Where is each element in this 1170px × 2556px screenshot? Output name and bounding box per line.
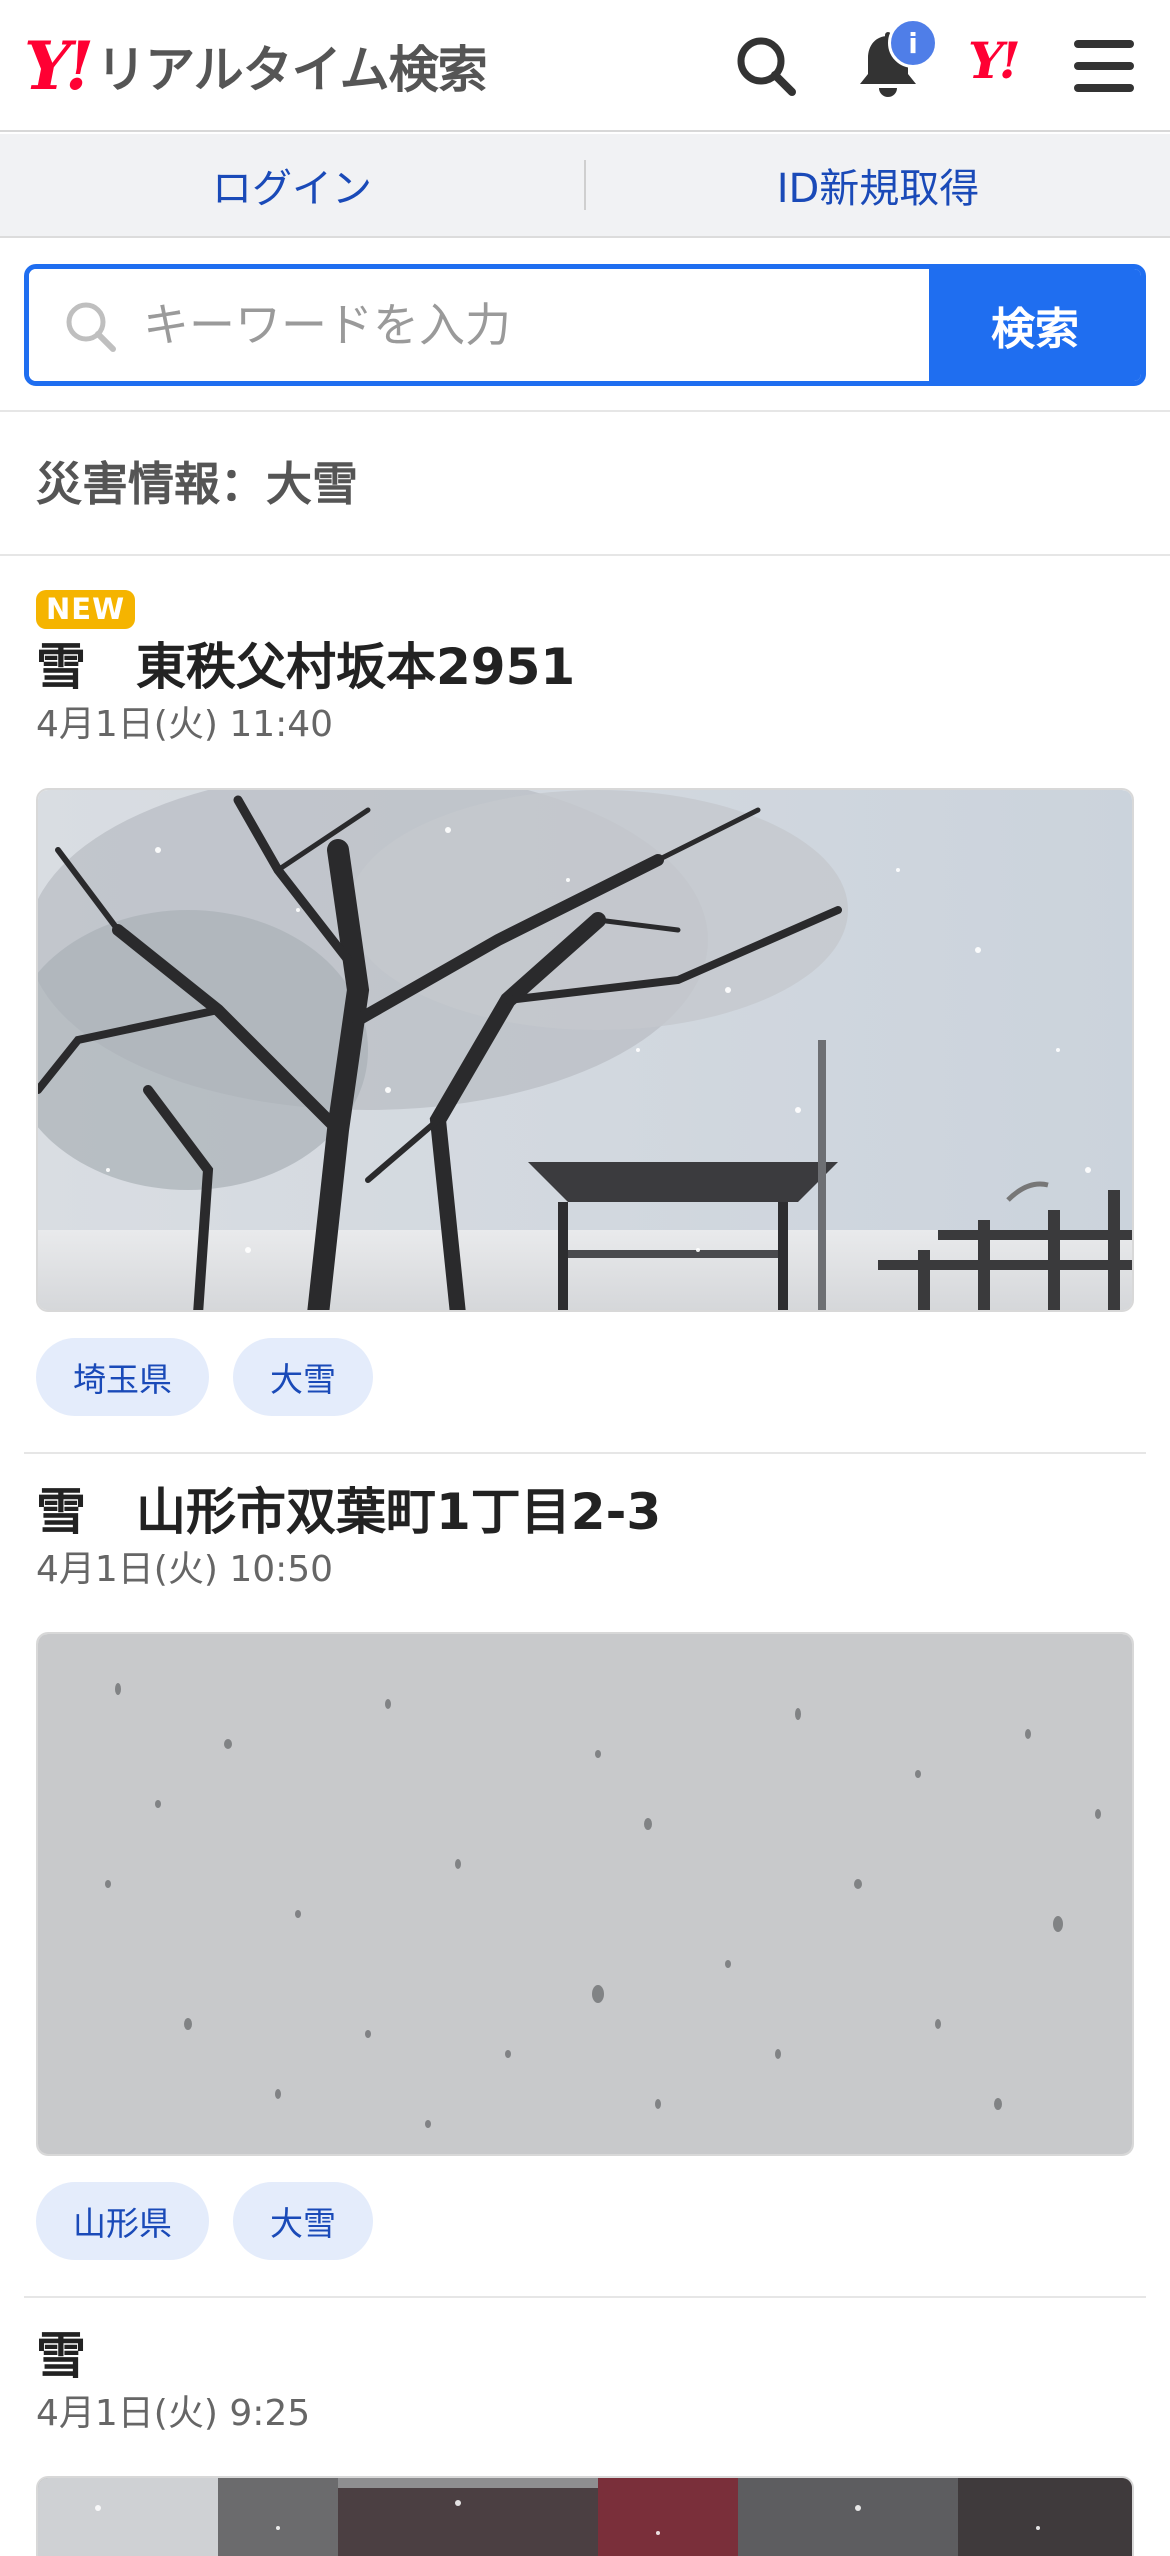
post-divider — [24, 1452, 1146, 1454]
yahoo-logo-mark: Y! — [24, 27, 94, 105]
post-divider — [24, 2296, 1146, 2298]
tag-prefecture[interactable]: 埼玉県 — [36, 1338, 209, 1416]
logo-text: リアルタイム検索 — [96, 41, 487, 99]
divider — [0, 410, 1170, 412]
post-tags: 山形県 大雪 — [36, 2182, 373, 2260]
yahoo-logo-icon[interactable]: Y! — [968, 36, 1021, 86]
tag-heavy-snow[interactable]: 大雪 — [233, 1338, 373, 1416]
post-item: 雪 4月1日(火) 9:25 — [36, 2324, 1134, 2556]
search-input[interactable] — [29, 269, 929, 381]
new-badge: NEW — [36, 590, 136, 629]
search-button[interactable]: 検索 — [929, 269, 1141, 381]
signup-link[interactable]: ID新規取得 — [586, 134, 1170, 236]
tag-heavy-snow[interactable]: 大雪 — [233, 2182, 373, 2260]
post-image-falling-snow[interactable] — [36, 1632, 1134, 2156]
post-title[interactable]: 雪 — [36, 2324, 1134, 2388]
search-field-icon — [66, 302, 116, 352]
login-link[interactable]: ログイン — [0, 134, 584, 236]
post-date: 4月1日(火) 10:50 — [36, 1549, 334, 1590]
post-image-snowy-trees[interactable] — [36, 788, 1134, 1312]
post-date: 4月1日(火) 11:40 — [36, 704, 334, 745]
app-header: Y! リアルタイム検索 i Y! — [0, 0, 1170, 132]
tag-prefecture[interactable]: 山形県 — [36, 2182, 209, 2260]
post-tags: 埼玉県 大雪 — [36, 1338, 373, 1416]
notification-badge: i — [888, 18, 938, 68]
post-title[interactable]: 雪 東秩父村坂本2951 — [36, 635, 1134, 699]
divider — [0, 554, 1170, 556]
post-image-snowy-street[interactable] — [36, 2476, 1134, 2556]
search-icon[interactable] — [730, 30, 802, 102]
search-field-container — [29, 269, 929, 381]
account-bar: ログイン ID新規取得 — [0, 134, 1170, 238]
post-date: 4月1日(火) 9:25 — [36, 2393, 311, 2434]
menu-icon[interactable] — [1068, 30, 1140, 102]
notification-bell-button[interactable]: i — [852, 18, 938, 102]
post-title[interactable]: 雪 山形市双葉町1丁目2-3 — [36, 1480, 1134, 1544]
post-item: 雪 山形市双葉町1丁目2-3 4月1日(火) 10:50 山形県 大雪 — [36, 1480, 1134, 2260]
post-item: NEW 雪 東秩父村坂本2951 4月1日(火) 11:40 埼玉県 大雪 — [36, 590, 1134, 1416]
search-box: 検索 — [24, 264, 1146, 386]
section-title: 災害情報：大雪 — [36, 457, 358, 511]
yahoo-realtime-logo[interactable]: Y! リアルタイム検索 — [24, 26, 488, 106]
